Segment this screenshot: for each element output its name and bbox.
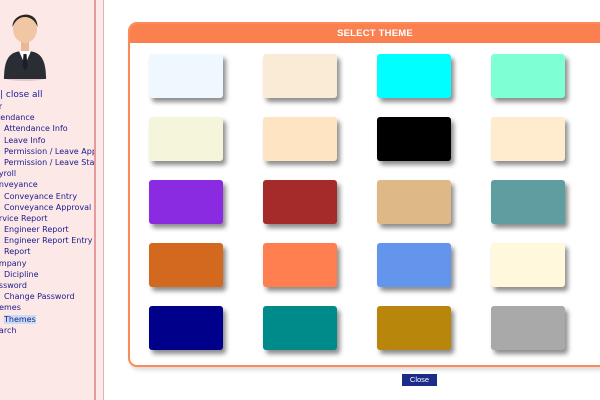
theme-swatch-darkgray[interactable] [491,306,565,350]
theme-swatch-cornsilk[interactable] [491,243,565,287]
tree-item[interactable]: Conveyance Entry [4,191,94,202]
tree-group[interactable]: er [0,101,94,112]
tree-group[interactable]: ttendance [0,112,94,123]
tree-item-label: Change Password [4,292,75,302]
theme-swatch-burlywood[interactable] [377,180,451,224]
select-theme-panel: SELECT THEME [128,22,600,367]
tree-item[interactable]: Report [4,246,94,257]
theme-swatch-bisque[interactable] [263,117,337,161]
theme-swatch-blanchedalmond[interactable] [491,117,565,161]
sidebar-divider-inner [103,0,104,400]
tree-item[interactable]: Dicipline [4,269,94,280]
tree-item[interactable]: Permission / Leave Status [4,157,94,168]
tree-item-label: Engineer Report Entry [4,236,93,246]
sidebar: | close all er ttendanceAttendance InfoLe… [0,0,94,400]
theme-swatch-aquamarine[interactable] [491,54,565,98]
theme-swatch-cornflowerblue[interactable] [377,243,451,287]
panel-title: SELECT THEME [130,24,600,43]
tree-item-label: Themes [4,314,36,324]
tree-item-label: Permission / Leave Apply [4,146,94,156]
expand-separator: | [0,90,4,100]
theme-swatch-antiquewhite[interactable] [263,54,337,98]
tree-group[interactable]: hemes [0,302,94,313]
theme-swatch-beige[interactable] [149,117,223,161]
tree-item-label: er [0,102,3,111]
tree-item-label: hemes [0,303,21,313]
tree-item[interactable]: Attendance Info [4,123,94,134]
tree-item[interactable]: Change Password [4,291,94,302]
tree-group[interactable]: ervice Report [0,213,94,224]
tree-item-label: onveyance [0,180,38,190]
tree-group[interactable]: ayroll [0,168,94,179]
theme-swatch-cadetblue[interactable] [491,180,565,224]
tree-item[interactable]: Engineer Report [4,224,94,235]
theme-swatch-blueviolet[interactable] [149,180,223,224]
tree-group[interactable]: onveyance [0,179,94,190]
user-avatar-icon [3,14,47,81]
theme-swatch-chocolate[interactable] [149,243,223,287]
tree-item-label: ttendance [0,113,35,123]
theme-swatch-darkcyan[interactable] [263,306,337,350]
tree-item-label: Dicipline [4,269,39,279]
tree-item[interactable]: Leave Info [4,135,94,146]
tree-group[interactable]: ompany [0,258,94,269]
tree-item[interactable]: Conveyance Approval [4,202,94,213]
theme-swatch-aliceblue[interactable] [149,54,223,98]
theme-swatch-coral[interactable] [263,243,337,287]
tree-item-label: Attendance Info [4,124,68,134]
tree-item[interactable]: Themes [4,314,94,325]
close-all-link[interactable]: close all [6,90,43,100]
sidebar-gap [96,0,103,400]
tree-item-label: Permission / Leave Status [4,157,94,167]
theme-swatch-aqua[interactable] [377,54,451,98]
theme-swatch-darkgoldenrod[interactable] [377,306,451,350]
theme-swatch-darkblue[interactable] [149,306,223,350]
tree-expand-controls: | close all [0,90,42,100]
tree-item-label: Conveyance Approval [4,202,92,212]
tree-item[interactable]: Engineer Report Entry [4,235,94,246]
tree-item-label: Leave Info [4,135,46,145]
theme-swatch-black[interactable] [377,117,451,161]
tree-item-label: earch [0,325,17,335]
tree-group[interactable]: earch [0,325,94,336]
tree-item-label: Conveyance Entry [4,191,78,201]
tree-item-label: Engineer Report [4,225,69,235]
tree-group[interactable]: assword [0,280,94,291]
tree-item-label: ayroll [0,169,17,179]
tree-item-label: ompany [0,258,27,268]
tree-item-label: assword [0,281,27,290]
tree-item[interactable]: Permission / Leave Apply [4,146,94,157]
theme-swatch-brown[interactable] [263,180,337,224]
close-button[interactable]: Close [402,374,437,386]
tree-item-label: Report [4,247,31,257]
tree-item-label: ervice Report [0,213,48,223]
navigation-tree: erttendanceAttendance InfoLeave InfoPerm… [0,101,94,336]
